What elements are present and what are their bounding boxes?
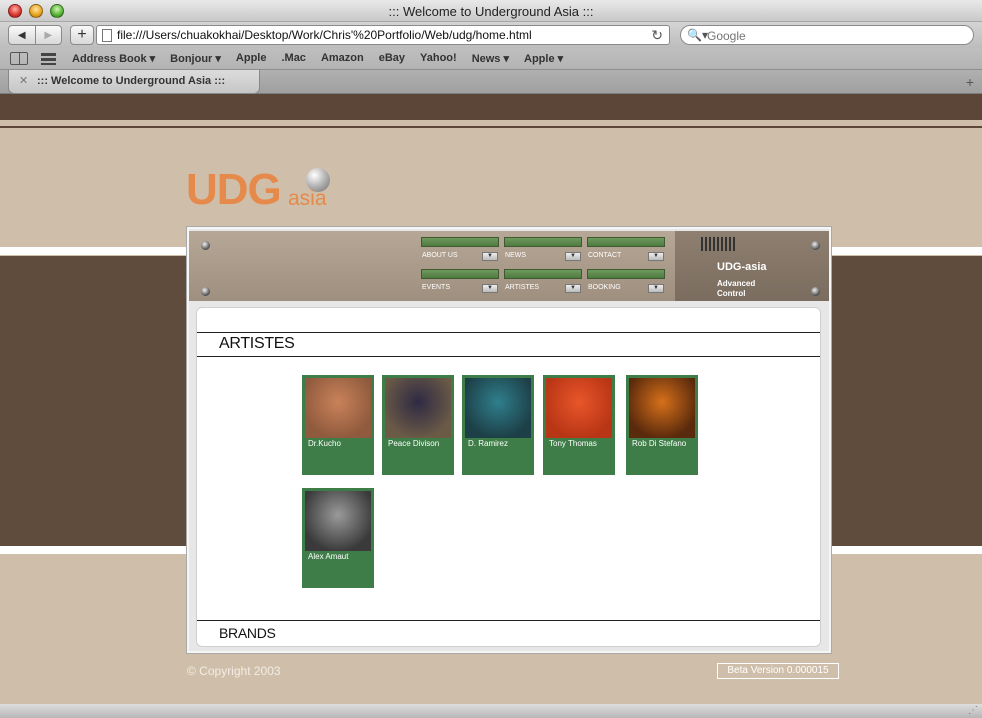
artist-photo	[629, 378, 695, 438]
header-rule	[0, 126, 982, 128]
section-rule	[197, 356, 820, 357]
add-bookmark-button[interactable]: +	[70, 25, 94, 45]
bookmark-address-book[interactable]: Address Book ▾	[72, 52, 155, 65]
nav-label: CONTACT	[588, 252, 622, 259]
artist-name: Rob Di Stefano	[632, 439, 687, 448]
udg-asia-logo[interactable]: UDG asia	[186, 168, 346, 218]
section-title-artistes: ARTISTES	[219, 335, 295, 352]
nav-label: ABOUT US	[422, 252, 458, 259]
logo-asia-text: asia	[288, 187, 327, 210]
artist-card-peace-divison[interactable]: Peace Divison	[382, 375, 454, 475]
tab-udg-home[interactable]: ✕ ::: Welcome to Underground Asia :::	[8, 70, 260, 94]
nav-booking[interactable]: BOOKING ▼	[587, 269, 665, 295]
bookmark-items: Address Book ▾ Bonjour ▾ Apple .Mac Amaz…	[72, 52, 578, 65]
bookmarks-book-icon[interactable]	[10, 52, 28, 65]
arrow-down-icon: ▼	[565, 284, 581, 293]
artist-photo	[305, 491, 371, 551]
search-input[interactable]	[707, 28, 962, 43]
address-bar[interactable]: file:///Users/chuakokhai/Desktop/Work/Ch…	[96, 25, 670, 45]
bookmark-bonjour[interactable]: Bonjour ▾	[170, 52, 221, 65]
search-field[interactable]: 🔍▾	[680, 25, 974, 45]
nav-label: NEWS	[505, 252, 526, 259]
nav-indicator	[587, 237, 665, 247]
reload-icon[interactable]: ↻	[651, 27, 663, 44]
back-button[interactable]: ◀	[9, 26, 36, 44]
bookmark-ebay[interactable]: eBay	[379, 52, 405, 65]
artist-card-d-ramirez[interactable]: D. Ramirez	[462, 375, 534, 475]
history-buttons: ◀ ▶	[8, 25, 62, 45]
nav-contact[interactable]: CONTACT ▼	[587, 237, 665, 263]
bookmark-amazon[interactable]: Amazon	[321, 52, 364, 65]
title-bar: ::: Welcome to Underground Asia :::	[0, 0, 982, 22]
artist-photo	[546, 378, 612, 438]
artist-name: Peace Divison	[388, 439, 440, 448]
control-subtitle: Advanced Control	[717, 279, 756, 298]
nav-events[interactable]: EVENTS ▼	[421, 269, 499, 295]
section-rule	[197, 332, 820, 333]
artist-card-dr-kucho[interactable]: Dr.Kucho	[302, 375, 374, 475]
artist-photo	[305, 378, 371, 438]
nav-indicator	[421, 269, 499, 279]
copyright-text: © Copyright 2003	[187, 664, 281, 678]
screw-icon	[201, 287, 210, 296]
bookmarks-bar: Address Book ▾ Bonjour ▾ Apple .Mac Amaz…	[0, 48, 982, 70]
bookmark-apple-menu[interactable]: Apple ▾	[524, 52, 563, 65]
new-tab-icon[interactable]: +	[966, 74, 974, 90]
tab-bar: ✕ ::: Welcome to Underground Asia ::: +	[0, 70, 982, 94]
nav-news[interactable]: NEWS ▼	[504, 237, 582, 263]
nav-label: ARTISTES	[505, 284, 540, 291]
logo-udg-text: UDG	[186, 165, 282, 214]
artist-photo	[385, 378, 451, 438]
artist-name: Alex Amaut	[308, 552, 349, 561]
top-sites-grid-icon[interactable]	[41, 53, 56, 65]
arrow-down-icon: ▼	[648, 284, 664, 293]
forward-button[interactable]: ▶	[36, 26, 62, 44]
nav-indicator	[421, 237, 499, 247]
arrow-down-icon: ▼	[565, 252, 581, 261]
arrow-down-icon: ▼	[648, 252, 664, 261]
version-badge: Beta Version 0.000015	[717, 663, 839, 679]
window-title: ::: Welcome to Underground Asia :::	[388, 4, 594, 19]
bookmark-news[interactable]: News ▾	[472, 52, 509, 65]
url-text[interactable]: file:///Users/chuakokhai/Desktop/Work/Ch…	[117, 28, 532, 42]
tab-label: ::: Welcome to Underground Asia :::	[37, 75, 226, 87]
vent-grille	[701, 237, 737, 251]
nav-indicator	[587, 269, 665, 279]
bookmark-apple[interactable]: Apple	[236, 52, 267, 65]
screw-icon	[811, 287, 820, 296]
artist-photo	[465, 378, 531, 438]
bookmark-mac[interactable]: .Mac	[281, 52, 305, 65]
page-icon	[102, 29, 112, 42]
control-title: UDG-asia	[717, 261, 767, 273]
artist-card-tony-thomas[interactable]: Tony Thomas	[543, 375, 615, 475]
nav-about-us[interactable]: ABOUT US ▼	[421, 237, 499, 263]
nav-indicator	[504, 269, 582, 279]
nav-indicator	[504, 237, 582, 247]
browser-toolbar: ◀ ▶ + file:///Users/chuakokhai/Desktop/W…	[0, 22, 982, 48]
artist-name: Dr.Kucho	[308, 439, 341, 448]
artist-card-rob-di-stefano[interactable]: Rob Di Stefano	[626, 375, 698, 475]
section-title-brands: BRANDS	[219, 625, 276, 641]
control-panel: ABOUT US ▼ NEWS ▼ CONTACT ▼ EVENTS ▼ ART…	[189, 231, 829, 301]
search-icon[interactable]: 🔍▾	[687, 28, 708, 42]
header-band	[0, 94, 982, 120]
screw-icon	[201, 241, 210, 250]
window-bottom-bar: ⋰	[0, 704, 982, 718]
arrow-down-icon: ▼	[482, 252, 498, 261]
section-rule	[197, 620, 820, 621]
arrow-down-icon: ▼	[482, 284, 498, 293]
content-area: ARTISTES Dr.Kucho Peace Divison D. Ramir…	[196, 307, 821, 647]
artist-card-alex-amaut[interactable]: Alex Amaut	[302, 488, 374, 588]
screw-icon	[811, 241, 820, 250]
nav-label: EVENTS	[422, 284, 451, 291]
bookmark-yahoo[interactable]: Yahoo!	[420, 52, 457, 65]
nav-label: BOOKING	[588, 284, 621, 291]
site-frame: ABOUT US ▼ NEWS ▼ CONTACT ▼ EVENTS ▼ ART…	[186, 226, 832, 654]
close-tab-icon[interactable]: ✕	[19, 74, 28, 87]
resize-grip-icon[interactable]: ⋰	[968, 705, 978, 716]
artist-name: Tony Thomas	[549, 439, 597, 448]
nav-artistes[interactable]: ARTISTES ▼	[504, 269, 582, 295]
artist-name: D. Ramirez	[468, 439, 509, 448]
